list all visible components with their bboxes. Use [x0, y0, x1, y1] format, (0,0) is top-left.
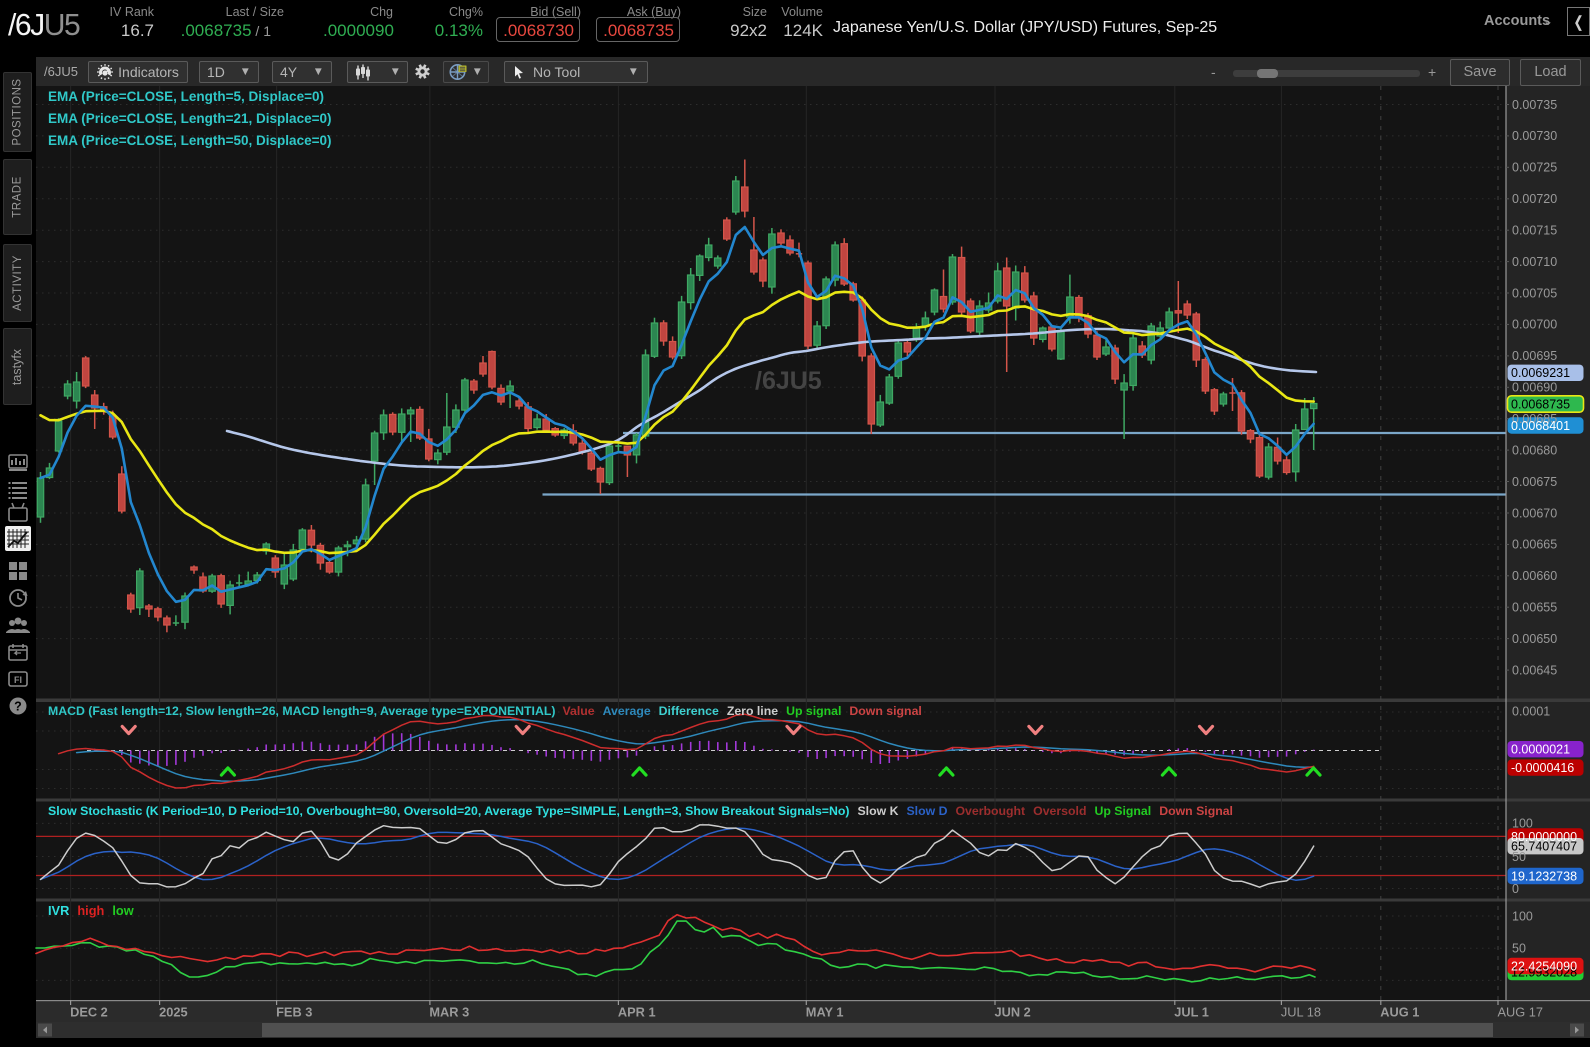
svg-text:0.00680: 0.00680	[1512, 443, 1557, 457]
svg-text:0.00645: 0.00645	[1512, 663, 1557, 677]
svg-text:DEC 2: DEC 2	[70, 1005, 108, 1020]
svg-text:0.0068401: 0.0068401	[1511, 419, 1570, 433]
svg-text:JUL 1: JUL 1	[1174, 1005, 1209, 1020]
svg-text:/6JU5: /6JU5	[755, 367, 822, 395]
svg-text:0.00655: 0.00655	[1512, 601, 1557, 615]
svg-text:0.00670: 0.00670	[1512, 506, 1557, 520]
svg-text:FEB 3: FEB 3	[276, 1005, 312, 1020]
svg-text:0.0068735: 0.0068735	[1511, 397, 1570, 411]
svg-text:AUG 1: AUG 1	[1380, 1005, 1419, 1020]
svg-text:0.00700: 0.00700	[1512, 318, 1557, 332]
svg-text:0.00650: 0.00650	[1512, 632, 1557, 646]
svg-text:IVRhighlow: IVR high low	[48, 903, 134, 918]
svg-text:0.00695: 0.00695	[1512, 349, 1557, 363]
svg-text:EMA (Price=CLOSE, Length=5, Di: EMA (Price=CLOSE, Length=5, Displace=0)	[48, 89, 324, 104]
svg-text:0.00675: 0.00675	[1512, 475, 1557, 489]
svg-text:100: 100	[1512, 909, 1533, 923]
svg-text:JUL 18: JUL 18	[1281, 1005, 1321, 1020]
svg-text:0.00710: 0.00710	[1512, 255, 1557, 269]
svg-text:22.4254090: 22.4254090	[1511, 959, 1577, 973]
svg-text:0.0001: 0.0001	[1512, 705, 1550, 719]
svg-text:0.00735: 0.00735	[1512, 98, 1557, 112]
svg-text:50: 50	[1512, 850, 1526, 864]
svg-text:MAR 3: MAR 3	[429, 1005, 469, 1020]
svg-text:APR 1: APR 1	[618, 1005, 656, 1020]
svg-text:?: ?	[14, 700, 22, 714]
svg-text:FI: FI	[14, 675, 22, 685]
svg-text:EMA (Price=CLOSE, Length=21, D: EMA (Price=CLOSE, Length=21, Displace=0)	[48, 111, 331, 126]
svg-text:0.00725: 0.00725	[1512, 161, 1557, 175]
svg-text:JUN 2: JUN 2	[995, 1005, 1031, 1020]
svg-text:MACD (Fast length=12, Slow len: MACD (Fast length=12, Slow length=26, MA…	[48, 704, 922, 718]
svg-text:-0.0000416: -0.0000416	[1511, 761, 1574, 775]
svg-text:0.00730: 0.00730	[1512, 129, 1557, 143]
svg-text:50: 50	[1512, 942, 1526, 956]
svg-text:100: 100	[1512, 817, 1533, 831]
svg-text:0: 0	[1512, 882, 1519, 896]
svg-text:0.00660: 0.00660	[1512, 569, 1557, 583]
svg-text:2025: 2025	[159, 1005, 187, 1020]
svg-text:0.00705: 0.00705	[1512, 286, 1557, 300]
svg-text:AUG 17: AUG 17	[1498, 1005, 1544, 1020]
svg-text:0.00690: 0.00690	[1512, 381, 1557, 395]
svg-text:EMA (Price=CLOSE, Length=50, D: EMA (Price=CLOSE, Length=50, Displace=0)	[48, 133, 331, 148]
svg-text:MAY 1: MAY 1	[806, 1005, 844, 1020]
svg-text:19.1232738: 19.1232738	[1511, 869, 1577, 883]
svg-text:0.00715: 0.00715	[1512, 224, 1557, 238]
svg-text:0.0000021: 0.0000021	[1511, 743, 1570, 757]
svg-text:0.00720: 0.00720	[1512, 192, 1557, 206]
svg-text:0.00665: 0.00665	[1512, 538, 1557, 552]
svg-text:Slow Stochastic (K Period=10,: Slow Stochastic (K Period=10, D Period=1…	[48, 804, 1233, 818]
svg-text:0.0069231: 0.0069231	[1511, 366, 1570, 380]
